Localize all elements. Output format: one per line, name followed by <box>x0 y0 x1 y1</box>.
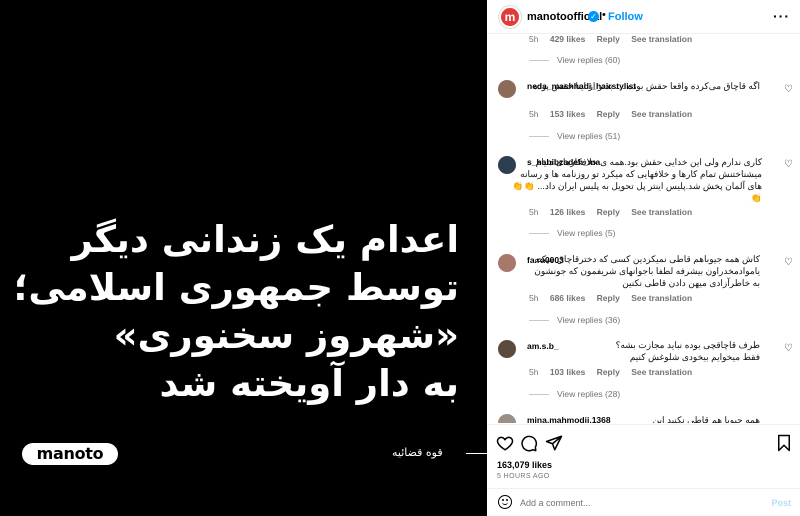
like-comment-icon[interactable]: ♡ <box>784 159 793 170</box>
comment-likes[interactable]: 103 likes <box>550 367 585 377</box>
reply-button[interactable]: Reply <box>597 35 620 44</box>
comment-meta: 5h 153 likes Reply See translation <box>529 109 701 119</box>
account-avatar[interactable]: m <box>499 6 521 28</box>
comment-time: 5h <box>529 367 539 377</box>
comment-time: 5h <box>529 109 539 119</box>
reply-button[interactable]: Reply <box>597 207 620 217</box>
post-comment-button[interactable]: Post <box>771 498 791 508</box>
comment-time: 5h <box>529 35 539 44</box>
replies-dash <box>529 394 549 396</box>
replies-dash <box>529 320 549 322</box>
like-comment-icon[interactable]: ♡ <box>784 343 793 354</box>
headline-line-1: اعدام یک زندانی دیگر <box>71 218 459 261</box>
replies-dash <box>529 233 549 235</box>
add-comment-bar: Post <box>487 488 800 516</box>
post-likes-count[interactable]: 163,079 likes <box>497 460 552 470</box>
verified-badge-icon: ✓ <box>588 11 599 22</box>
like-heart-icon[interactable] <box>496 434 514 452</box>
post-header: m manotoofficial ✓ • Follow ··· <box>487 0 800 34</box>
like-comment-icon[interactable]: ♡ <box>784 84 793 95</box>
view-replies-button[interactable]: View replies (36) <box>529 315 620 325</box>
headline-line-3: «شهروز سخنوری» <box>113 314 459 357</box>
comment-meta: 5h 686 likes Reply See translation <box>529 293 701 303</box>
comment-bubble-icon[interactable] <box>520 434 538 452</box>
comment-meta: 5h 103 likes Reply See translation <box>529 367 701 377</box>
follow-button[interactable]: Follow <box>608 11 643 23</box>
view-replies-label: View replies (51) <box>557 131 621 141</box>
share-send-icon[interactable] <box>545 434 563 452</box>
see-translation-button[interactable]: See translation <box>631 109 692 119</box>
commenter-username[interactable]: am.s.b_ <box>527 341 559 351</box>
comment-text: کاری ندارم ولی این خدایی حقش بود.همه ی خ… <box>512 157 762 203</box>
replies-dash <box>529 136 549 138</box>
post-actions-bar <box>487 424 800 458</box>
view-replies-button[interactable]: View replies (5) <box>529 228 615 238</box>
view-replies-label: View replies (28) <box>557 389 621 399</box>
more-options-icon[interactable]: ··· <box>773 8 790 24</box>
reply-button[interactable]: Reply <box>597 293 620 303</box>
post-timestamp[interactable]: 5 HOURS AGO <box>497 473 550 480</box>
view-replies-button[interactable]: View replies (28) <box>529 389 620 399</box>
commenter-avatar[interactable] <box>498 80 516 98</box>
comment-text: اگه قاچاق می‌کرده واقعا حقش بوده .... بد… <box>533 81 760 91</box>
comment-text: همه جیوبا هم قاطی نکنید این حقش بوده <box>650 415 760 423</box>
separator-dot: • <box>602 9 606 21</box>
see-translation-button[interactable]: See translation <box>631 207 692 217</box>
comments-list[interactable]: 5h 429 likes Reply See translation View … <box>487 35 800 423</box>
view-replies-label: View replies (36) <box>557 315 621 325</box>
comment-likes[interactable]: 126 likes <box>550 207 585 217</box>
save-bookmark-icon[interactable] <box>775 434 793 452</box>
view-replies-button[interactable]: View replies (51) <box>529 131 620 141</box>
commenter-avatar[interactable] <box>498 340 516 358</box>
manoto-logo: manoto <box>22 443 118 465</box>
comment-time: 5h <box>529 293 539 303</box>
post-sidebar: m manotoofficial ✓ • Follow ··· 5h 429 l… <box>487 0 800 516</box>
commenter-avatar[interactable] <box>498 414 516 423</box>
emoji-icon[interactable] <box>498 495 512 509</box>
reply-button[interactable]: Reply <box>597 367 620 377</box>
commenter-avatar[interactable] <box>498 254 516 272</box>
view-replies-button[interactable]: View replies (60) <box>529 55 620 65</box>
comment-text: طرف قاچاقچی بوده نباید مجازت بشه؟ فقط می… <box>615 340 760 362</box>
comment-text: کاش همه جیوباهم قاطی نمیکردین کسی که دخت… <box>534 254 760 288</box>
headline-line-4: به دار آویخته شد <box>159 362 460 405</box>
see-translation-button[interactable]: See translation <box>631 367 692 377</box>
see-translation-button[interactable]: See translation <box>631 35 692 44</box>
replies-dash <box>529 60 549 62</box>
image-caption: قوه قضائیه <box>392 446 443 459</box>
comment-likes[interactable]: 686 likes <box>550 293 585 303</box>
comment-likes[interactable]: 429 likes <box>550 35 585 44</box>
caption-divider <box>466 453 487 454</box>
headline-line-2: توسط جمهوری اسلامی؛ <box>13 266 459 309</box>
comment-likes[interactable]: 153 likes <box>550 109 585 119</box>
reply-button[interactable]: Reply <box>597 109 620 119</box>
view-replies-label: View replies (60) <box>557 55 621 65</box>
comment-meta: 5h 126 likes Reply See translation <box>529 207 701 217</box>
like-comment-icon[interactable]: ♡ <box>784 257 793 268</box>
comment-time: 5h <box>529 207 539 217</box>
comment-input[interactable] <box>520 495 760 511</box>
commenter-username[interactable]: mina.mahmodii.1368 <box>527 415 611 423</box>
view-replies-label: View replies (5) <box>557 228 616 238</box>
see-translation-button[interactable]: See translation <box>631 293 692 303</box>
post-media: اعدام یک زندانی دیگر توسط جمهوری اسلامی؛… <box>0 0 487 516</box>
comment-meta: 5h 429 likes Reply See translation <box>529 35 701 44</box>
